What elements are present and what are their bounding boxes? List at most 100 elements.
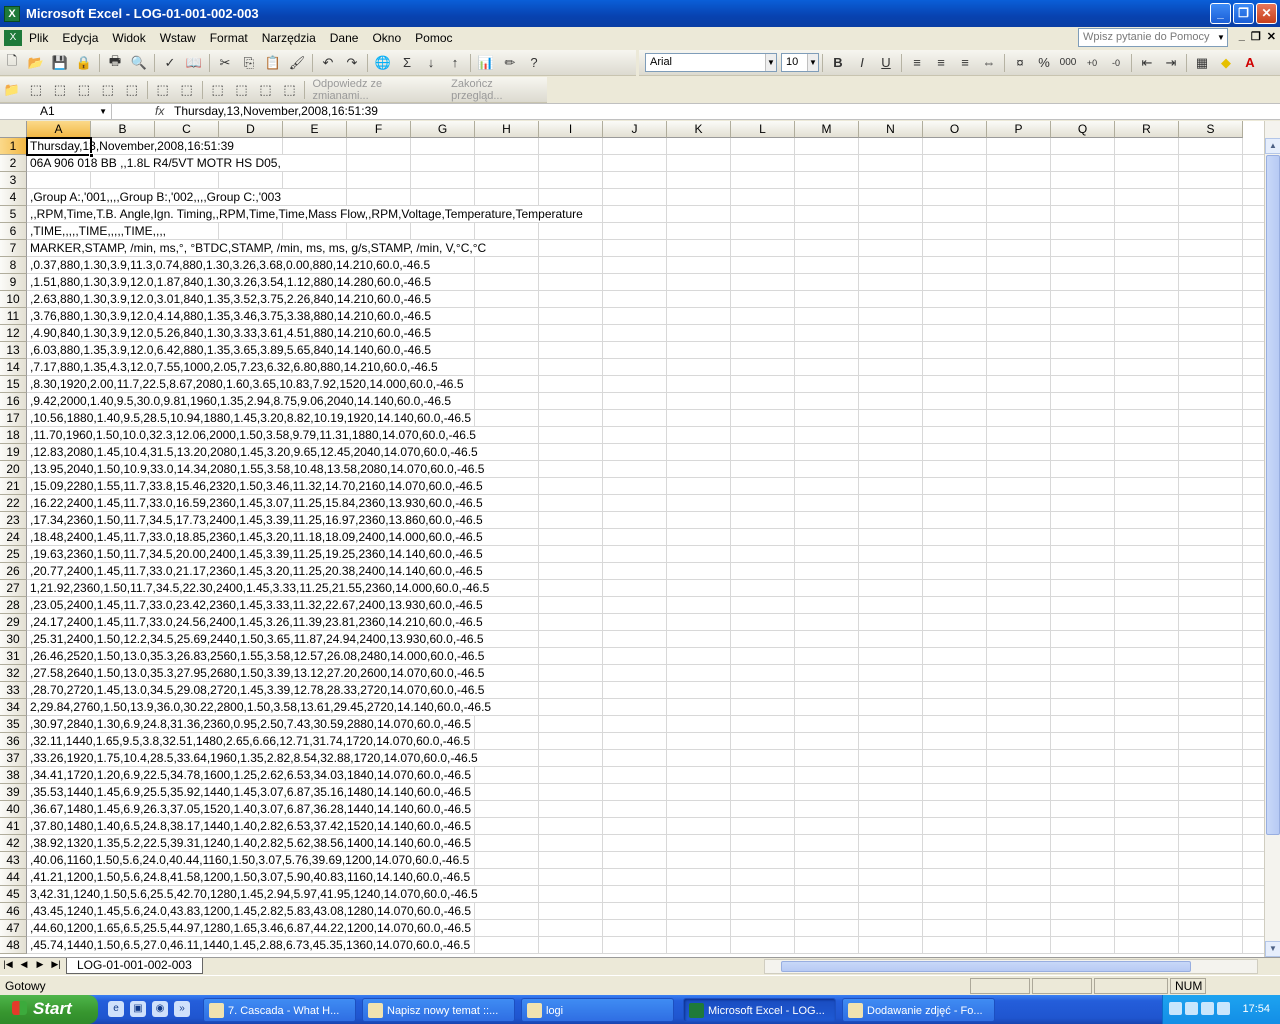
cell-a-value[interactable]: ,2.63,880,1.30,3.9,12.0,3.01,840,1.35,3.… — [30, 291, 434, 307]
row-header[interactable]: 42 — [0, 835, 27, 852]
row-header[interactable]: 47 — [0, 920, 27, 937]
cell-a-value[interactable]: MARKER,STAMP, /min, ms,°, °BTDC,STAMP, /… — [30, 240, 489, 256]
row-header[interactable]: 32 — [0, 665, 27, 682]
media-icon[interactable]: ◉ — [152, 1001, 168, 1017]
select-all-button[interactable] — [0, 121, 27, 138]
cell-a-value[interactable]: ,45.74,1440,1.50,6.5,27.0,46.11,1440,1.4… — [30, 937, 473, 953]
row-header[interactable]: 46 — [0, 903, 27, 920]
cell-a-value[interactable]: ,16.22,2400,1.45,11.7,33.0,16.59,2360,1.… — [30, 495, 485, 511]
percent-icon[interactable]: % — [1033, 53, 1055, 73]
row-header[interactable]: 8 — [0, 257, 27, 274]
italic-icon[interactable]: I — [851, 53, 873, 73]
tray-icon-1[interactable] — [1169, 1002, 1182, 1015]
task-dodawanie[interactable]: Dodawanie zdjęć - Fo... — [842, 998, 995, 1022]
review-icon-11[interactable]: ⬚ — [278, 80, 300, 100]
paste-icon[interactable]: 📋 — [262, 53, 284, 73]
cell-a-value[interactable]: ,9.42,2000,1.40,9.5,30.0,9.81,1960,1.35,… — [30, 393, 454, 409]
menu-format[interactable]: Format — [203, 28, 255, 48]
cell-a-value[interactable]: ,43.45,1240,1.45,5.6,24.0,43.83,1200,1.4… — [30, 903, 474, 919]
row-header[interactable]: 33 — [0, 682, 27, 699]
sort-descending-icon[interactable]: ↑ — [444, 53, 466, 73]
column-header-n[interactable]: N — [859, 121, 923, 138]
column-header-g[interactable]: G — [411, 121, 475, 138]
copy-icon[interactable]: ⎘ — [238, 53, 260, 73]
row-header[interactable]: 27 — [0, 580, 27, 597]
bold-icon[interactable]: B — [827, 53, 849, 73]
cell-a-value[interactable]: ,20.77,2400,1.45,11.7,33.0,21.17,2360,1.… — [30, 563, 485, 579]
start-button[interactable]: Start — [0, 995, 98, 1024]
font-name-select[interactable]: Arial ▼ — [645, 53, 777, 72]
sheet-tab[interactable]: LOG-01-001-002-003 — [66, 958, 203, 974]
cell-a-value[interactable]: ,37.80,1480,1.40,6.5,24.8,38.17,1440,1.4… — [30, 818, 474, 834]
comma-style-icon[interactable]: 000 — [1057, 53, 1079, 73]
cell-a-value[interactable]: ,6.03,880,1.35,3.9,12.0,6.42,880,1.35,3.… — [30, 342, 434, 358]
cell-a-value[interactable]: ,26.46,2520,1.50,13.0,35.3,26.83,2560,1.… — [30, 648, 487, 664]
name-box[interactable]: A1 ▼ — [0, 104, 112, 120]
row-header[interactable]: 29 — [0, 614, 27, 631]
row-header[interactable]: 1 — [0, 138, 27, 155]
row-header[interactable]: 16 — [0, 393, 27, 410]
research-icon[interactable]: 📖 — [183, 53, 205, 73]
currency-icon[interactable]: ¤ — [1009, 53, 1031, 73]
cell-a-value[interactable]: ,33.26,1920,1.75,10.4,28.5,33.64,1960,1.… — [30, 750, 480, 766]
cell-a-value[interactable]: ,34.41,1720,1.20,6.9,22.5,34.78,1600,1.2… — [30, 767, 474, 783]
row-header[interactable]: 11 — [0, 308, 27, 325]
review-icon-2[interactable]: ⬚ — [49, 80, 71, 100]
doc-restore-button[interactable]: ❐ — [1251, 30, 1261, 43]
font-size-select[interactable]: 10 ▼ — [781, 53, 819, 72]
row-header[interactable]: 44 — [0, 869, 27, 886]
increase-indent-icon[interactable]: ⇥ — [1160, 53, 1182, 73]
borders-icon[interactable]: ▦ — [1191, 53, 1213, 73]
folder-icon[interactable]: 📁 — [1, 80, 23, 100]
task-excel[interactable]: Microsoft Excel - LOG... — [683, 998, 836, 1022]
cell-a-value[interactable]: ,15.09,2280,1.55,11.7,33.8,15.46,2320,1.… — [30, 478, 485, 494]
column-header-b[interactable]: B — [91, 121, 155, 138]
print-preview-icon[interactable]: 🔍 — [128, 53, 150, 73]
close-button[interactable]: ✕ — [1256, 3, 1277, 24]
row-header[interactable]: 7 — [0, 240, 27, 257]
chevron-down-icon[interactable]: ▼ — [765, 54, 776, 71]
align-center-icon[interactable]: ≡ — [930, 53, 952, 73]
cut-icon[interactable]: ✂ — [214, 53, 236, 73]
column-header-k[interactable]: K — [667, 121, 731, 138]
column-header-p[interactable]: P — [987, 121, 1051, 138]
undo-icon[interactable]: ↶ — [317, 53, 339, 73]
row-header[interactable]: 24 — [0, 529, 27, 546]
row-header[interactable]: 2 — [0, 155, 27, 172]
review-icon-9[interactable]: ⬚ — [231, 80, 253, 100]
row-header[interactable]: 15 — [0, 376, 27, 393]
row-header[interactable]: 13 — [0, 342, 27, 359]
review-icon-1[interactable]: ⬚ — [25, 80, 47, 100]
row-header[interactable]: 28 — [0, 597, 27, 614]
review-icon-6[interactable]: ⬚ — [152, 80, 174, 100]
first-sheet-icon[interactable]: |◀ — [2, 959, 14, 970]
row-header[interactable]: 26 — [0, 563, 27, 580]
tray-icon-3[interactable] — [1201, 1002, 1214, 1015]
help-icon[interactable]: ? — [523, 53, 545, 73]
fill-color-icon[interactable]: ◆ — [1215, 53, 1237, 73]
vertical-scroll-thumb[interactable] — [1266, 155, 1280, 835]
decrease-decimal-icon[interactable]: -0 — [1105, 53, 1127, 73]
row-header[interactable]: 37 — [0, 750, 27, 767]
cell-a-value[interactable]: ,3.76,880,1.30,3.9,12.0,4.14,880,1.35,3.… — [30, 308, 434, 324]
cell-a-value[interactable]: Thursday,13,November,2008,16:51:39 — [30, 138, 236, 154]
task-cascada[interactable]: 7. Cascada - What H... — [203, 998, 356, 1022]
cell-a-value[interactable]: ,25.31,2400,1.50,12.2,34.5,25.69,2440,1.… — [30, 631, 486, 647]
cell-a-value[interactable]: ,17.34,2360,1.50,11.7,34.5,17.73,2400,1.… — [30, 512, 485, 528]
cell-a-value[interactable]: 06A 906 018 BB ,,1.8L R4/5VT MOTR HS D05… — [30, 155, 283, 171]
scroll-down-icon[interactable]: ▼ — [1265, 941, 1280, 957]
cell-a-value[interactable]: ,40.06,1160,1.50,5.6,24.0,40.44,1160,1.5… — [30, 852, 472, 868]
row-header[interactable]: 21 — [0, 478, 27, 495]
align-left-icon[interactable]: ≡ — [906, 53, 928, 73]
row-header[interactable]: 25 — [0, 546, 27, 563]
cell-a-value[interactable]: ,TIME,,,,,TIME,,,,,TIME,,,, — [30, 223, 169, 239]
row-header[interactable]: 34 — [0, 699, 27, 716]
row-header[interactable]: 19 — [0, 444, 27, 461]
review-icon-4[interactable]: ⬚ — [97, 80, 119, 100]
column-header-e[interactable]: E — [283, 121, 347, 138]
fx-icon[interactable]: fx — [155, 104, 164, 119]
align-right-icon[interactable]: ≡ — [954, 53, 976, 73]
column-header-d[interactable]: D — [219, 121, 283, 138]
cell-a-value[interactable]: 1,21.92,2360,1.50,11.7,34.5,22.30,2400,1… — [30, 580, 492, 596]
cell-a-value[interactable]: ,,RPM,Time,T.B. Angle,Ign. Timing,,RPM,T… — [30, 206, 585, 222]
